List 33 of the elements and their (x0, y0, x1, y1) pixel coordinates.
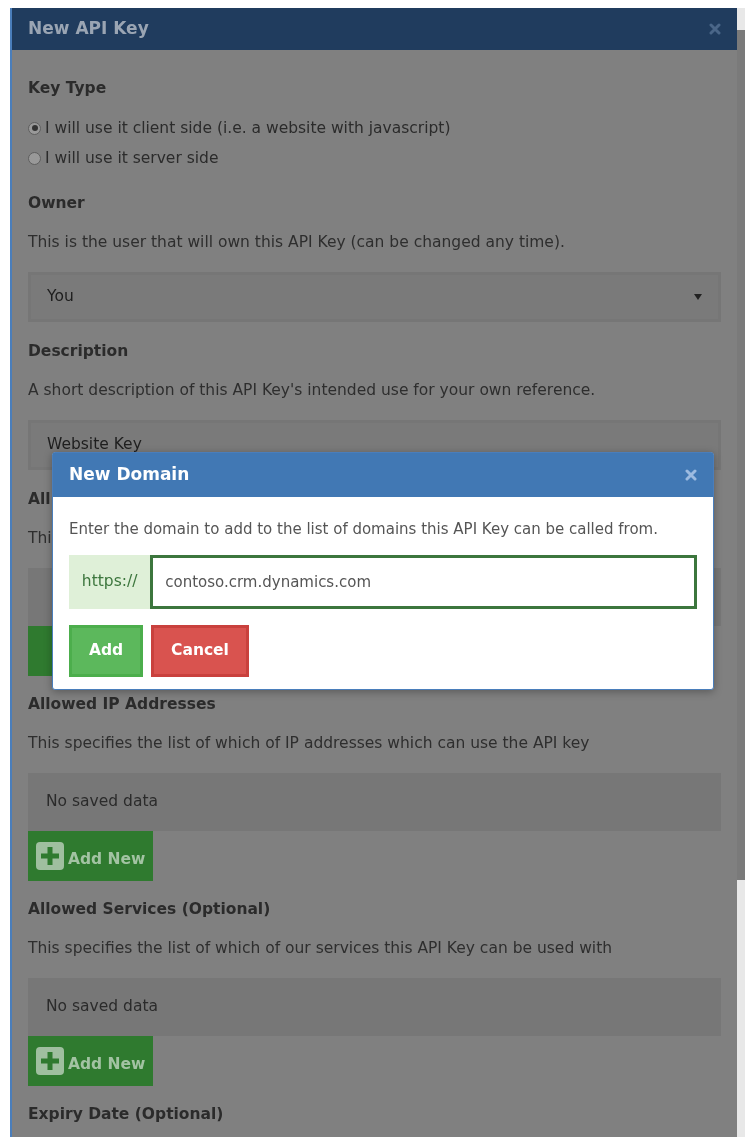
close-icon[interactable] (709, 23, 721, 35)
section-description: A short description of this API Key's intended use for your own reference. (28, 380, 596, 401)
add-new-button[interactable]: Add New (28, 1036, 154, 1086)
section-heading: Description (28, 341, 129, 362)
plus-icon (36, 842, 64, 870)
section-description: This is the user that will own this API Key (can be changed any time). (28, 232, 565, 253)
add-new-button[interactable]: Add New (28, 831, 154, 881)
caret-icon (694, 294, 702, 300)
section-heading: Expiry Date (Optional) (28, 1104, 224, 1125)
section-heading: Allowed IP Addresses (28, 694, 216, 715)
url-prefix: https:// (69, 555, 151, 609)
section-heading: Allowed Services (Optional) (28, 899, 271, 920)
section-heading: All (28, 489, 51, 510)
add-button[interactable]: Add (69, 625, 143, 677)
section-description: This specifies the list of which of our services this API Key can be used with (28, 938, 613, 959)
radio-button[interactable] (28, 121, 41, 135)
empty-list-text: No saved data (46, 791, 158, 813)
dialog-message: Enter the domain to add to the list of domains this API Key can be called from. (69, 519, 659, 540)
owner-select[interactable]: You (28, 272, 721, 322)
close-icon[interactable] (685, 469, 697, 481)
section-heading: Key Type (28, 78, 107, 99)
domain-input[interactable]: contoso.crm.dynamics.com (150, 555, 697, 609)
plus-icon (36, 1047, 64, 1075)
section-description: This specifies the list of which of IP addresses which can use the API key (28, 733, 590, 754)
radio-button[interactable] (28, 151, 41, 165)
cancel-button[interactable]: Cancel (151, 625, 249, 677)
scrollbar-thumb[interactable] (737, 30, 745, 880)
radio-label[interactable]: I will use it server side (45, 146, 219, 170)
modal-title: New API Key (28, 17, 149, 41)
radio-label[interactable]: I will use it client side (i.e. a website with javascript) (45, 116, 451, 140)
section-description: Thi (28, 528, 52, 549)
empty-list-text: No saved data (46, 996, 158, 1018)
section-heading: Owner (28, 193, 85, 214)
